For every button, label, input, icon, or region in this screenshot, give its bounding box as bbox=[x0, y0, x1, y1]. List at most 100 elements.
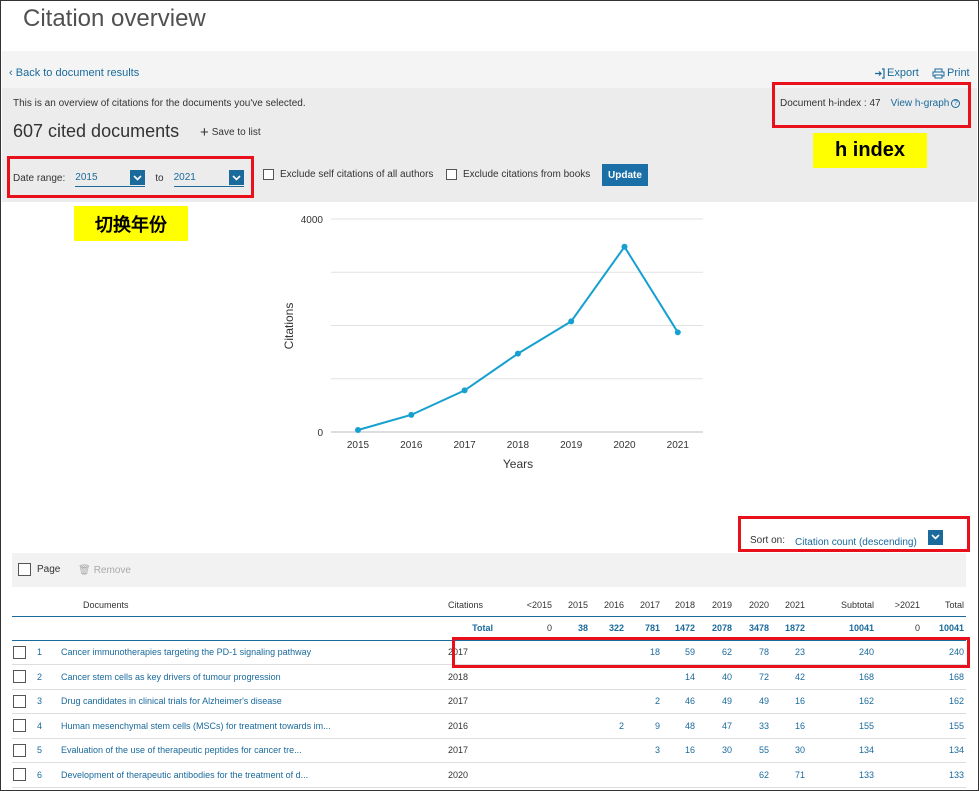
header-after-2021: >2021 bbox=[876, 594, 922, 617]
citation-overview-page: Citation overview ‹ Back to document res… bbox=[0, 0, 979, 791]
publication-year: 2018 bbox=[448, 664, 495, 690]
citation-count-cell[interactable]: 47 bbox=[697, 713, 734, 739]
citation-count-cell[interactable]: 72 bbox=[734, 664, 771, 690]
header-2017: 2017 bbox=[626, 594, 662, 617]
citation-count-cell[interactable]: 40 bbox=[697, 664, 734, 690]
citation-count-cell[interactable]: 162 bbox=[922, 689, 966, 714]
header-citations: Citations bbox=[448, 594, 495, 617]
citation-count-cell[interactable]: 16 bbox=[662, 738, 697, 763]
citation-count-cell[interactable]: 30 bbox=[771, 738, 807, 763]
citation-count-cell[interactable]: 33 bbox=[734, 713, 771, 739]
table-row: 3 Drug candidates in clinical trials for … bbox=[12, 689, 966, 714]
sort-highlight bbox=[738, 516, 970, 552]
citation-count-cell[interactable]: 168 bbox=[922, 664, 966, 690]
table-header-row: Documents Citations <2015 2015 2016 2017… bbox=[12, 594, 966, 617]
citation-count-cell bbox=[554, 762, 590, 788]
date-range-highlight bbox=[7, 156, 254, 198]
citation-count-cell[interactable]: 48 bbox=[662, 713, 697, 739]
x-tick-label: 2021 bbox=[667, 440, 690, 451]
citation-count-cell[interactable]: 71 bbox=[771, 762, 807, 788]
citation-count-cell[interactable]: 133 bbox=[922, 762, 966, 788]
row-checkbox-cell bbox=[12, 689, 34, 714]
document-title-link[interactable]: Drug candidates in clinical trials for A… bbox=[56, 689, 448, 714]
citation-count-cell[interactable]: 16 bbox=[771, 689, 807, 714]
citation-count-cell[interactable]: 62 bbox=[734, 762, 771, 788]
row-checkbox[interactable] bbox=[13, 768, 26, 782]
row-index: 2 bbox=[34, 664, 56, 690]
header-2018: 2018 bbox=[662, 594, 697, 617]
citation-count-cell[interactable]: 134 bbox=[922, 738, 966, 763]
document-title-link[interactable]: Evaluation of the use of therapeutic pep… bbox=[56, 738, 448, 763]
y-axis-ticks: 0 4000 bbox=[301, 215, 324, 439]
citation-count-cell[interactable]: 162 bbox=[807, 689, 876, 714]
citation-count-cell[interactable]: 155 bbox=[807, 713, 876, 739]
cited-documents-count: 607 cited documents bbox=[13, 121, 180, 141]
exclude-self-checkbox[interactable] bbox=[263, 169, 274, 180]
save-to-list-button[interactable]: + Save to list bbox=[200, 123, 261, 141]
exclude-self-citations[interactable]: Exclude self citations of all authors bbox=[263, 169, 433, 180]
row-checkbox[interactable] bbox=[13, 645, 26, 659]
header-2015: 2015 bbox=[554, 594, 590, 617]
back-to-results-link[interactable]: ‹ Back to document results bbox=[9, 67, 139, 79]
header-2016: 2016 bbox=[590, 594, 626, 617]
citation-count-cell[interactable]: 134 bbox=[807, 738, 876, 763]
exclude-book-citations[interactable]: Exclude citations from books bbox=[446, 169, 590, 180]
citation-count-cell[interactable]: 55 bbox=[734, 738, 771, 763]
citation-count-cell[interactable]: 46 bbox=[662, 689, 697, 714]
row-checkbox[interactable] bbox=[13, 719, 26, 733]
row-checkbox[interactable] bbox=[13, 670, 26, 684]
print-link[interactable]: Print bbox=[932, 67, 970, 79]
document-title-link[interactable]: Cancer stem cells as key drivers of tumo… bbox=[56, 664, 448, 690]
x-tick-label: 2015 bbox=[347, 440, 370, 451]
row-checkbox[interactable] bbox=[13, 743, 26, 757]
plus-icon: + bbox=[200, 123, 209, 141]
citations-table: Documents Citations <2015 2015 2016 2017… bbox=[12, 594, 966, 788]
citation-count-cell[interactable]: 3 bbox=[626, 738, 662, 763]
citation-count-cell bbox=[495, 738, 554, 763]
publication-year: 2017 bbox=[448, 738, 495, 763]
citation-count-cell[interactable]: 133 bbox=[807, 762, 876, 788]
h-index-annotation: h index bbox=[813, 133, 927, 168]
exclude-books-checkbox[interactable] bbox=[446, 169, 457, 180]
citation-count-cell bbox=[495, 713, 554, 739]
citation-count-cell[interactable]: 49 bbox=[697, 689, 734, 714]
row-checkbox[interactable] bbox=[13, 694, 26, 708]
h-index-highlight bbox=[772, 82, 971, 128]
citation-count-cell bbox=[495, 664, 554, 690]
exclude-books-label: Exclude citations from books bbox=[463, 169, 591, 180]
exclude-self-label: Exclude self citations of all authors bbox=[280, 169, 434, 180]
header-2021: 2021 bbox=[771, 594, 807, 617]
export-link[interactable]: Export bbox=[874, 67, 919, 79]
x-axis-label: Years bbox=[503, 457, 533, 471]
overview-note: This is an overview of citations for the… bbox=[13, 98, 306, 109]
citation-count-cell[interactable]: 2 bbox=[590, 713, 626, 739]
row-index: 5 bbox=[34, 738, 56, 763]
citation-count-cell[interactable]: 14 bbox=[662, 664, 697, 690]
update-button[interactable]: Update bbox=[602, 164, 648, 186]
citation-count-cell[interactable]: 2 bbox=[626, 689, 662, 714]
header-2019: 2019 bbox=[697, 594, 734, 617]
table-row: 2 Cancer stem cells as key drivers of tum… bbox=[12, 664, 966, 690]
y-tick-label: 4000 bbox=[301, 215, 324, 226]
citation-count-cell[interactable]: 155 bbox=[922, 713, 966, 739]
remove-button[interactable]: 🗑 Remove bbox=[78, 565, 131, 576]
document-title-link[interactable]: Development of therapeutic antibodies fo… bbox=[56, 762, 448, 788]
document-title-link[interactable]: Human mesenchymal stem cells (MSCs) for … bbox=[56, 713, 448, 739]
citation-count-cell[interactable]: 42 bbox=[771, 664, 807, 690]
citation-count-cell[interactable]: 30 bbox=[697, 738, 734, 763]
citation-count-cell[interactable]: 9 bbox=[626, 713, 662, 739]
select-page[interactable]: Page bbox=[18, 563, 60, 576]
document-title-link[interactable]: Cancer immunotherapies targeting the PD-… bbox=[56, 640, 448, 665]
citations-line-chart: 0 4000 2015 2016 2017 2018 2019 2020 2021 Citat… bbox=[282, 215, 703, 471]
select-page-checkbox[interactable] bbox=[18, 563, 31, 576]
citation-count-cell[interactable]: 49 bbox=[734, 689, 771, 714]
chart-grid bbox=[331, 218, 703, 433]
citation-count-cell bbox=[554, 713, 590, 739]
page-title: Citation overview bbox=[23, 5, 206, 32]
data-point bbox=[674, 329, 681, 336]
trash-icon: 🗑 bbox=[78, 565, 91, 576]
citation-count-cell[interactable]: 168 bbox=[807, 664, 876, 690]
citation-count-cell[interactable]: 16 bbox=[771, 713, 807, 739]
citation-row-highlight bbox=[452, 637, 970, 668]
data-point bbox=[461, 387, 468, 394]
